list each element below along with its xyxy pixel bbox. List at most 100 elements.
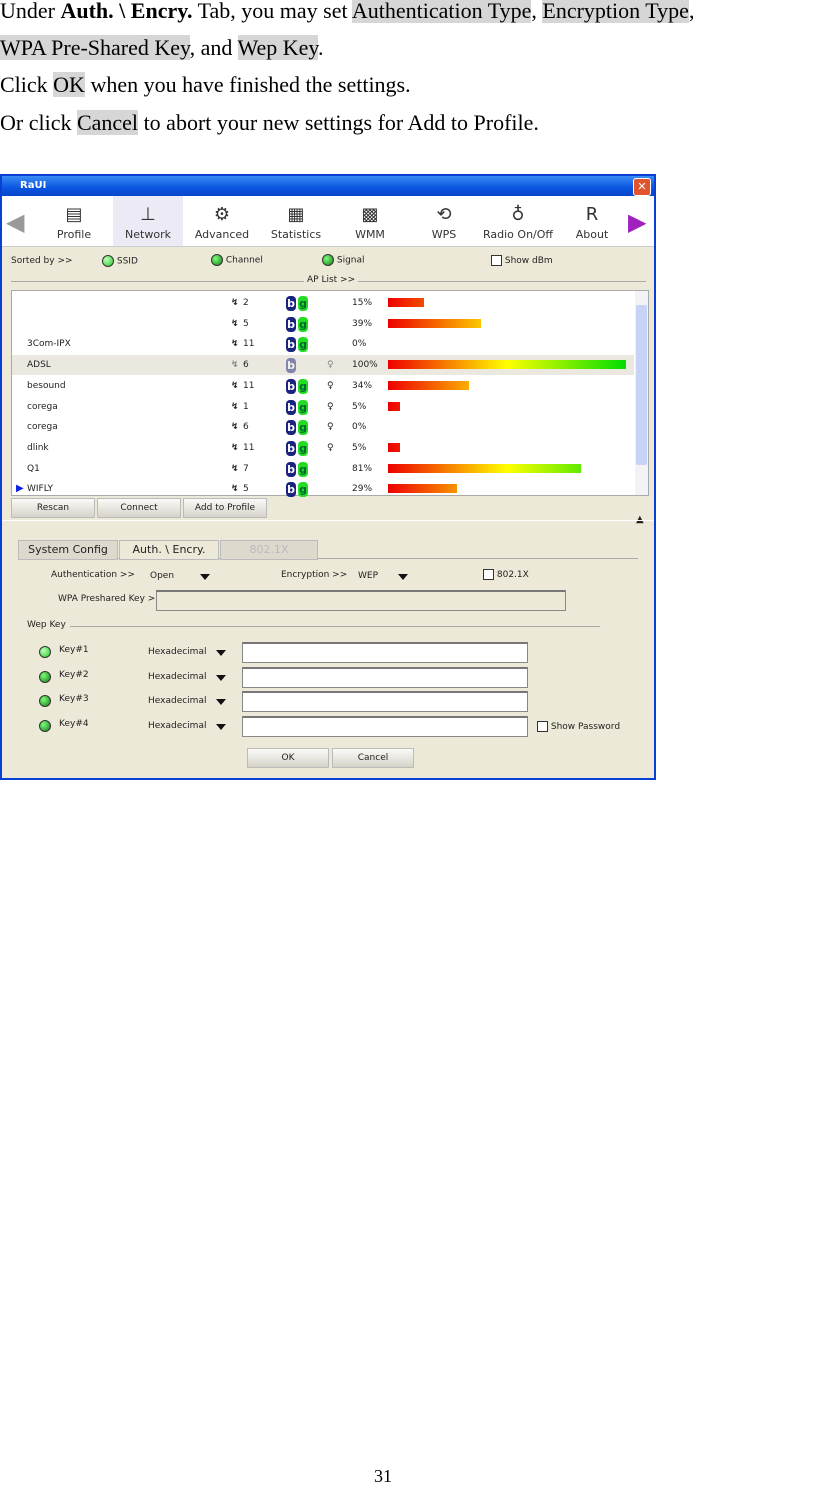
text: ,	[531, 0, 543, 23]
signal-bar	[388, 360, 626, 370]
ap-list-row[interactable]: ADSL ↯ 6 b ♀ 100%	[12, 355, 634, 376]
g-mode-icon: g	[298, 399, 308, 415]
wep-key-input[interactable]	[242, 716, 528, 738]
wep-key-input[interactable]	[242, 642, 528, 663]
ap-list-row[interactable]: corega ↯ 1 b g ♀ 5%	[12, 397, 634, 417]
key-format-dropdown[interactable]: Hexadecimal	[148, 647, 230, 657]
key-format-dropdown[interactable]: Hexadecimal	[148, 672, 230, 682]
ssid: WIFLY	[27, 484, 54, 495]
encryption-dropdown[interactable]: WEP	[358, 571, 410, 581]
ap-list-row[interactable]: ▶ WIFLY ↯ 5 b g 29%	[12, 479, 634, 499]
back-arrow-icon[interactable]: ◀	[6, 208, 24, 236]
paragraph-line-2: WPA Pre-Shared Key, and Wep Key.	[0, 29, 324, 66]
ap-list-row[interactable]: dlink ↯ 11 b g ♀ 5%	[12, 438, 634, 458]
close-button[interactable]: ✕	[633, 178, 651, 196]
g-mode-icon: g	[298, 296, 308, 311]
key-select-radio[interactable]	[39, 646, 51, 658]
toolbar-statistics[interactable]: ▦ Statistics	[261, 196, 331, 246]
toolbar-advanced[interactable]: ⚙ Advanced	[187, 196, 257, 246]
toolbar-about[interactable]: R About	[557, 196, 627, 246]
g-mode-icon: g	[298, 337, 308, 353]
key-select-radio[interactable]	[39, 695, 51, 708]
wep-key-label: Wep Key	[27, 620, 66, 630]
text: , and	[189, 35, 238, 60]
toolbar-radio-on-off[interactable]: ♁ Radio On/Off	[483, 196, 553, 246]
channel: 5	[243, 484, 249, 495]
ap-list-row[interactable]: besound ↯ 11 b g ♀ 34%	[12, 376, 634, 396]
label: Channel	[225, 255, 263, 266]
toolbar-network[interactable]: ⊥ Network	[113, 196, 183, 246]
label: Radio On/Off	[483, 228, 553, 241]
ok-button[interactable]: OK	[247, 748, 329, 768]
wps-icon: ⟲	[436, 204, 452, 225]
sorted-by-label: Sorted by >>	[11, 256, 73, 266]
sort-signal-radio[interactable]: Signal	[322, 254, 365, 266]
authentication-dropdown[interactable]: Open	[150, 571, 212, 581]
wpa-key-label: WPA Preshared Key >>	[58, 594, 163, 604]
key-format-dropdown[interactable]: Hexadecimal	[148, 696, 230, 706]
ap-list-row[interactable]: corega ↯ 6 b g ♀ 0%	[12, 417, 634, 437]
ssid: besound	[27, 380, 66, 391]
channel: 11	[243, 380, 255, 391]
rescan-button[interactable]: Rescan	[11, 498, 95, 518]
show-password-checkbox[interactable]: Show Password	[537, 721, 620, 732]
ap-list-row[interactable]: Q1 ↯ 7 b g 81%	[12, 459, 634, 479]
label: Show dBm	[504, 256, 553, 266]
signal-bar	[388, 318, 481, 328]
tab-system-config[interactable]: System Config	[18, 540, 118, 560]
sort-ssid-radio[interactable]: SSID	[102, 255, 138, 267]
ap-list-row[interactable]: ↯ 5 b g 39%	[12, 314, 634, 334]
dropdown-arrow-icon	[216, 724, 226, 731]
label: 802.1X	[496, 570, 529, 580]
channel: 6	[243, 422, 249, 433]
ap-list-row[interactable]: ↯ 2 b g 15%	[12, 293, 634, 313]
key-format-dropdown[interactable]: Hexadecimal	[148, 721, 230, 731]
8021x-checkbox[interactable]: 802.1X	[483, 569, 529, 580]
dropdown-arrow-icon	[200, 574, 210, 580]
ssid: Q1	[27, 463, 40, 474]
highlight: Authentication Type	[351, 0, 532, 23]
key-select-radio[interactable]	[39, 720, 51, 733]
toolbar-wmm[interactable]: ▩ WMM	[335, 196, 405, 246]
signal-bar	[388, 298, 424, 307]
b-mode-icon: b	[286, 420, 296, 436]
cancel-button[interactable]: Cancel	[332, 748, 414, 768]
channel-icon: ↯	[231, 339, 239, 350]
signal-bar	[388, 380, 469, 390]
channel-icon: ↯	[231, 360, 239, 371]
highlight: Encryption Type	[542, 0, 689, 23]
value: WEP	[358, 571, 379, 581]
show-dbm-checkbox[interactable]: Show dBm	[491, 255, 553, 266]
add-to-profile-button[interactable]: Add to Profile	[183, 498, 267, 518]
toolbar-wps[interactable]: ⟲ WPS	[409, 196, 479, 246]
wep-key-input[interactable]	[242, 666, 528, 688]
signal-bar	[388, 401, 400, 411]
signal-bar	[388, 463, 581, 473]
signal-percent: 0%	[352, 422, 367, 433]
label: Advanced	[194, 228, 250, 241]
label: About	[575, 228, 609, 241]
value: Hexadecimal	[148, 647, 207, 657]
tab-8021x[interactable]: 802.1X	[220, 540, 318, 560]
toolbar-profile[interactable]: ▤ Profile	[39, 196, 109, 246]
key-select-radio[interactable]	[39, 670, 51, 683]
channel-icon: ↯	[231, 463, 239, 474]
wpa-preshared-key-input[interactable]	[156, 590, 566, 611]
tab-auth-encry[interactable]: Auth. \ Encry.	[119, 540, 219, 560]
channel-icon: ↯	[231, 318, 239, 329]
highlight: WPA Pre-Shared Key	[0, 35, 190, 60]
dropdown-arrow-icon	[216, 699, 226, 706]
g-mode-icon: g	[298, 461, 308, 477]
wep-key-input[interactable]	[242, 691, 528, 713]
text: to abort your new settings for Add to Pr…	[138, 110, 539, 135]
ap-list[interactable]: ↯ 2 b g 15% ↯ 5 b g 39% 3Com-IPX ↯ 11 b …	[11, 290, 649, 499]
sort-channel-radio[interactable]: Channel	[211, 254, 263, 266]
scrollbar[interactable]	[635, 291, 648, 495]
forward-arrow-icon[interactable]: ▶	[628, 208, 646, 236]
g-mode-icon: g	[298, 378, 308, 394]
label: WMM	[355, 228, 385, 241]
label: Show Password	[550, 722, 621, 732]
connect-button[interactable]: Connect	[97, 498, 181, 518]
value: Hexadecimal	[148, 721, 207, 732]
ap-list-row[interactable]: 3Com-IPX ↯ 11 b g 0%	[12, 334, 634, 354]
